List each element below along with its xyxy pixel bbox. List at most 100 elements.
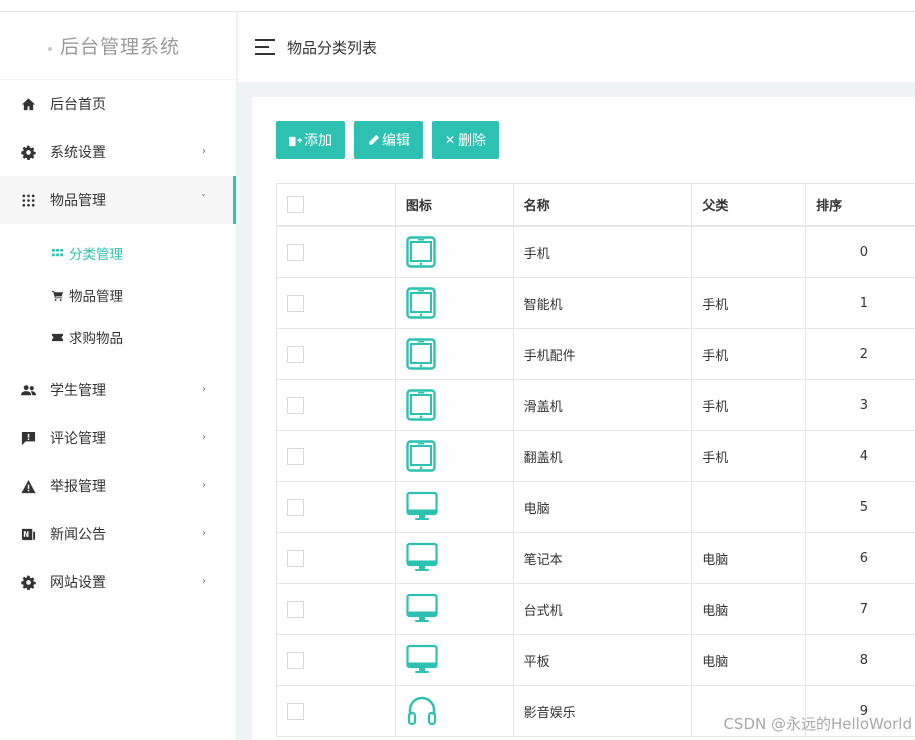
cell-name: 智能机 — [514, 278, 693, 328]
cell-name: 手机配件 — [514, 329, 693, 379]
cell-sort: 8 — [859, 652, 868, 668]
sidebar-subitem-wanted[interactable]: 求购物品 — [0, 316, 236, 358]
sidebar-item-news[interactable]: 新闻公告 › — [0, 510, 236, 558]
sidebar-subitem-category[interactable]: 分类管理 — [0, 232, 236, 274]
news-icon — [20, 526, 36, 542]
cell-sort: 4 — [859, 448, 868, 464]
cart-icon — [51, 289, 63, 301]
tablet-icon — [396, 431, 514, 481]
cell-sort: 2 — [859, 346, 868, 362]
row-checkbox[interactable] — [287, 294, 304, 312]
row-checkbox[interactable] — [287, 345, 304, 363]
row-checkbox[interactable] — [287, 651, 304, 669]
add-icon — [289, 136, 302, 146]
row-checkbox-cell — [277, 635, 396, 685]
content-card: 添加 编辑 ✕ 删除 图标 名称 父类 排序 手机 0 智能机 手机 1 手机配件 手机 2 滑… — [252, 97, 915, 740]
row-checkbox-cell — [277, 533, 396, 583]
row-checkbox[interactable] — [287, 600, 304, 618]
watermark: CSDN @永远的HelloWorld — [723, 715, 912, 733]
table-header-row: 图标 名称 父类 排序 — [277, 184, 915, 227]
row-checkbox-cell — [277, 482, 396, 532]
row-checkbox[interactable] — [287, 702, 304, 720]
sidebar-submenu: 分类管理 物品管理 求购物品 — [0, 224, 236, 366]
cell-sort: 1 — [859, 295, 868, 311]
sidebar-item-system-settings[interactable]: 系统设置 › — [0, 128, 236, 176]
sidebar-subitem-label: 求购物品 — [69, 331, 123, 347]
cell-sort: 6 — [859, 550, 868, 566]
cell-parent: 手机 — [692, 380, 807, 430]
select-all-checkbox[interactable] — [287, 196, 304, 213]
sidebar-item-home[interactable]: 后台首页 — [0, 80, 236, 128]
table-row[interactable]: 滑盖机 手机 3 — [277, 380, 915, 431]
row-checkbox-cell — [277, 278, 396, 328]
cell-parent: 手机 — [692, 431, 807, 481]
cell-name: 台式机 — [514, 584, 693, 634]
edit-button-label: 编辑 — [382, 133, 410, 149]
tablet-icon — [396, 227, 514, 277]
table-row[interactable]: 手机配件 手机 2 — [277, 329, 915, 380]
cell-sort: 0 — [859, 244, 868, 260]
sidebar-item-goods[interactable]: 物品管理 ˇ — [0, 176, 236, 224]
table-row[interactable]: 翻盖机 手机 4 — [277, 431, 915, 482]
row-checkbox[interactable] — [287, 396, 304, 414]
cell-name: 影音娱乐 — [514, 686, 693, 736]
monitor-icon — [396, 533, 514, 583]
table-row[interactable]: 电脑 5 — [277, 482, 915, 533]
cell-sort: 5 — [859, 499, 868, 515]
header: 物品分类列表 — [238, 12, 915, 82]
sidebar-subitem-goods[interactable]: 物品管理 — [0, 274, 236, 316]
sidebar-item-reports[interactable]: 举报管理 › — [0, 462, 236, 510]
table-row[interactable]: 手机 0 — [277, 227, 915, 278]
table-row[interactable]: 台式机 电脑 7 — [277, 584, 915, 635]
row-checkbox-cell — [277, 686, 396, 736]
sidebar-item-students[interactable]: 学生管理 › — [0, 366, 236, 414]
cell-parent: 电脑 — [692, 533, 807, 583]
add-button[interactable]: 添加 — [276, 121, 345, 159]
edit-button[interactable]: 编辑 — [354, 121, 423, 159]
cell-parent — [692, 227, 807, 277]
chevron-right-icon: › — [202, 528, 206, 539]
sidebar-item-label: 评论管理 — [50, 431, 106, 447]
table-row[interactable]: 智能机 手机 1 — [277, 278, 915, 329]
cell-name: 翻盖机 — [514, 431, 693, 481]
table-row[interactable]: 笔记本 电脑 6 — [277, 533, 915, 584]
tablet-icon — [396, 380, 514, 430]
monitor-icon — [396, 635, 514, 685]
chevron-right-icon: › — [202, 384, 206, 395]
grid-small-icon — [51, 247, 63, 259]
header-checkbox-cell — [277, 184, 396, 225]
sidebar-item-label: 举报管理 — [50, 479, 106, 495]
delete-button[interactable]: ✕ 删除 — [432, 121, 500, 159]
sidebar-item-label: 学生管理 — [50, 383, 106, 399]
top-strip — [0, 0, 915, 12]
row-checkbox[interactable] — [287, 447, 304, 465]
sidebar-subitem-label: 分类管理 — [69, 247, 123, 263]
row-checkbox[interactable] — [287, 498, 304, 516]
sidebar-subitem-label: 物品管理 — [69, 289, 123, 305]
sidebar-item-comments[interactable]: 评论管理 › — [0, 414, 236, 462]
cell-parent: 电脑 — [692, 635, 807, 685]
row-checkbox[interactable] — [287, 243, 304, 261]
people-icon — [20, 382, 36, 398]
row-checkbox-cell — [277, 227, 396, 277]
cell-parent: 手机 — [692, 278, 807, 328]
warning-icon — [20, 478, 36, 494]
gear-icon — [20, 574, 36, 590]
cell-name: 平板 — [514, 635, 693, 685]
logo-dot — [48, 46, 52, 51]
monitor-icon — [396, 584, 514, 634]
headphones-icon — [396, 686, 514, 736]
column-header-name: 名称 — [514, 184, 693, 225]
table-row[interactable]: 平板 电脑 8 — [277, 635, 915, 686]
chevron-right-icon: › — [202, 146, 206, 157]
row-checkbox[interactable] — [287, 549, 304, 567]
close-icon: ✕ — [445, 133, 456, 147]
grid-icon — [20, 192, 36, 208]
tablet-icon — [396, 278, 514, 328]
toolbar: 添加 编辑 ✕ 删除 — [276, 121, 500, 159]
sidebar-item-site-settings[interactable]: 网站设置 › — [0, 558, 236, 606]
cell-name: 手机 — [514, 227, 693, 277]
menu-toggle-icon[interactable] — [255, 39, 275, 55]
row-checkbox-cell — [277, 329, 396, 379]
column-header-sort: 排序 — [816, 199, 843, 214]
